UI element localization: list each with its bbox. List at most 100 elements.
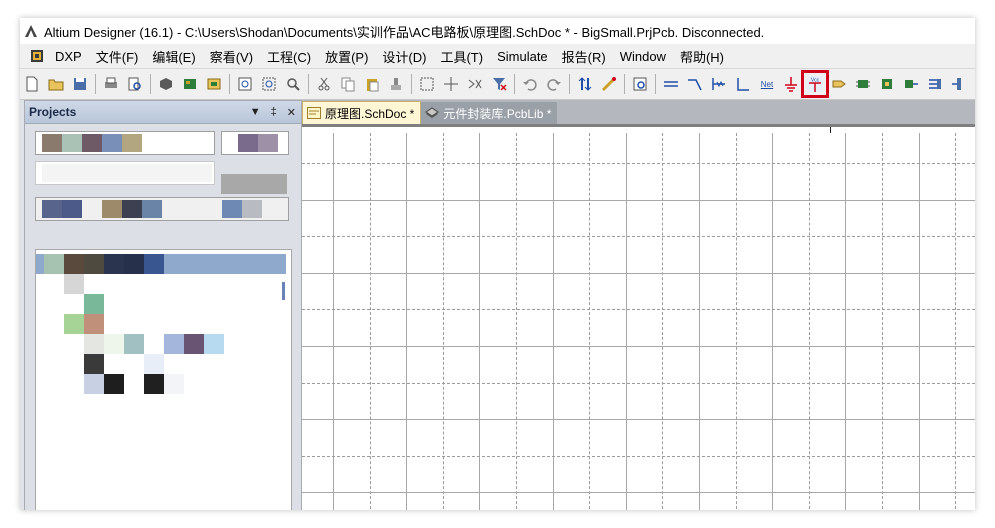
- workspace-button[interactable]: [221, 131, 289, 155]
- grid-line-vertical: [333, 133, 334, 510]
- directive-icon[interactable]: [974, 75, 975, 93]
- grid-line-vertical: [845, 133, 847, 510]
- open-folder-icon[interactable]: [47, 75, 65, 93]
- sheet-entry-icon[interactable]: [902, 75, 920, 93]
- projects-panel-body: [25, 124, 301, 510]
- toolbar-separator: [624, 74, 625, 94]
- board-icon[interactable]: [181, 75, 199, 93]
- grid-line-vertical: [589, 133, 591, 510]
- signal-harness-icon[interactable]: [950, 75, 968, 93]
- zoom-fit-icon[interactable]: [236, 75, 254, 93]
- vcc-power-port-icon[interactable]: Vcc: [801, 70, 829, 98]
- tab-pcblib[interactable]: 元件封装库.PcbLib *: [421, 102, 558, 124]
- paste-icon[interactable]: [363, 75, 381, 93]
- grid-line-vertical: [552, 133, 554, 510]
- menu-project[interactable]: 工程(C): [260, 47, 318, 66]
- dxp-icon[interactable]: [30, 49, 44, 63]
- panel-menu-icon[interactable]: ▼: [250, 106, 261, 118]
- tree-scrollbar[interactable]: [282, 282, 285, 300]
- place-bus-entry-icon[interactable]: [686, 75, 704, 93]
- move-icon[interactable]: [442, 75, 460, 93]
- clear-filter-icon[interactable]: [490, 75, 508, 93]
- menu-simulate[interactable]: Simulate: [490, 49, 555, 64]
- place-line-icon[interactable]: [734, 75, 752, 93]
- new-file-icon[interactable]: [23, 75, 41, 93]
- place-part-icon[interactable]: [854, 75, 872, 93]
- grid-line-vertical: [699, 133, 700, 510]
- save-icon[interactable]: [71, 75, 89, 93]
- place-port-icon[interactable]: [830, 75, 848, 93]
- toolbar-separator: [229, 74, 230, 94]
- panel-close-icon[interactable]: ✕: [287, 106, 296, 119]
- redo-icon[interactable]: [545, 75, 563, 93]
- tab-pcblib-label: 元件封装库.PcbLib *: [443, 106, 552, 121]
- undo-icon[interactable]: [521, 75, 539, 93]
- zoom-selected-icon[interactable]: [284, 75, 302, 93]
- ground-port-icon[interactable]: [782, 75, 800, 93]
- grid-line-vertical: [369, 133, 371, 510]
- workspace-combo[interactable]: [35, 131, 215, 155]
- 3d-view-icon[interactable]: [157, 75, 175, 93]
- grid-line-horizontal: [302, 163, 975, 164]
- rubber-stamp-icon[interactable]: [387, 75, 405, 93]
- select-area-icon[interactable]: [418, 75, 436, 93]
- harness-icon[interactable]: [926, 75, 944, 93]
- projects-panel-header: Projects ▼ ‡ ✕: [25, 101, 301, 124]
- projects-panel: Projects ▼ ‡ ✕: [24, 100, 302, 510]
- folder-board-icon[interactable]: [205, 75, 223, 93]
- altium-logo-icon: [24, 24, 38, 38]
- grid-line-horizontal: [302, 455, 975, 457]
- menu-place[interactable]: 放置(P): [318, 47, 375, 66]
- zoom-area-icon[interactable]: [260, 75, 278, 93]
- toolbar-separator: [95, 74, 96, 94]
- app-window: Altium Designer (16.1) - C:\Users\Shodan…: [20, 18, 975, 510]
- tab-schdoc-label: 原理图.SchDoc *: [325, 106, 415, 121]
- sheet-symbol-icon[interactable]: [878, 75, 896, 93]
- library-icon[interactable]: [631, 75, 649, 93]
- menu-tools[interactable]: 工具(T): [433, 47, 490, 66]
- menu-view[interactable]: 察看(V): [203, 47, 260, 66]
- window-title: Altium Designer (16.1) - C:\Users\Shodan…: [44, 24, 765, 40]
- project-combo[interactable]: [35, 161, 215, 185]
- deselect-icon[interactable]: [466, 75, 484, 93]
- grid-line-horizontal: [302, 199, 975, 201]
- schematic-sheet[interactable]: [302, 124, 975, 510]
- pcb-library-icon: [425, 107, 440, 118]
- toolbar-separator: [308, 74, 309, 94]
- grid-line-vertical: [808, 133, 810, 510]
- toolbar-separator: [514, 74, 515, 94]
- place-wire-icon[interactable]: [710, 75, 728, 93]
- toolbar-separator: [569, 74, 570, 94]
- grid-line-horizontal: [302, 272, 975, 274]
- menu-window[interactable]: Window: [613, 49, 673, 64]
- menu-edit[interactable]: 编辑(E): [145, 47, 202, 66]
- panel-pin-icon[interactable]: ‡: [271, 106, 277, 118]
- menu-bar: DXP 文件(F) 编辑(E) 察看(V) 工程(C) 放置(P) 设计(D) …: [20, 44, 975, 69]
- print-preview-icon[interactable]: [126, 75, 144, 93]
- sheet-grid: [302, 133, 975, 510]
- menu-design[interactable]: 设计(D): [375, 47, 433, 66]
- cut-icon[interactable]: [315, 75, 333, 93]
- project-tree[interactable]: [35, 249, 292, 510]
- view-mode-row[interactable]: [35, 197, 289, 221]
- hierarchy-icon[interactable]: [576, 75, 594, 93]
- net-label-icon[interactable]: Net: [758, 75, 776, 93]
- grid-line-vertical: [479, 133, 481, 510]
- grid-line-horizontal: [302, 236, 975, 238]
- menu-dxp[interactable]: DXP: [48, 49, 89, 64]
- tab-schdoc[interactable]: 原理图.SchDoc *: [302, 101, 422, 124]
- grid-line-horizontal: [302, 419, 975, 421]
- grid-line-vertical: [882, 133, 883, 510]
- menu-file[interactable]: 文件(F): [89, 47, 146, 66]
- grid-line-horizontal: [302, 492, 975, 494]
- print-icon[interactable]: [102, 75, 120, 93]
- copy-icon[interactable]: [339, 75, 357, 93]
- menu-help[interactable]: 帮助(H): [673, 47, 731, 66]
- grid-line-horizontal: [302, 382, 975, 384]
- menu-reports[interactable]: 报告(R): [555, 47, 613, 66]
- projects-panel-title: Projects: [29, 105, 77, 119]
- document-tab-bar: 原理图.SchDoc * 元件封装库.PcbLib *: [302, 100, 975, 124]
- project-button[interactable]: [221, 174, 287, 194]
- cross-probe-icon[interactable]: [600, 75, 618, 93]
- place-bus-icon[interactable]: [662, 75, 680, 93]
